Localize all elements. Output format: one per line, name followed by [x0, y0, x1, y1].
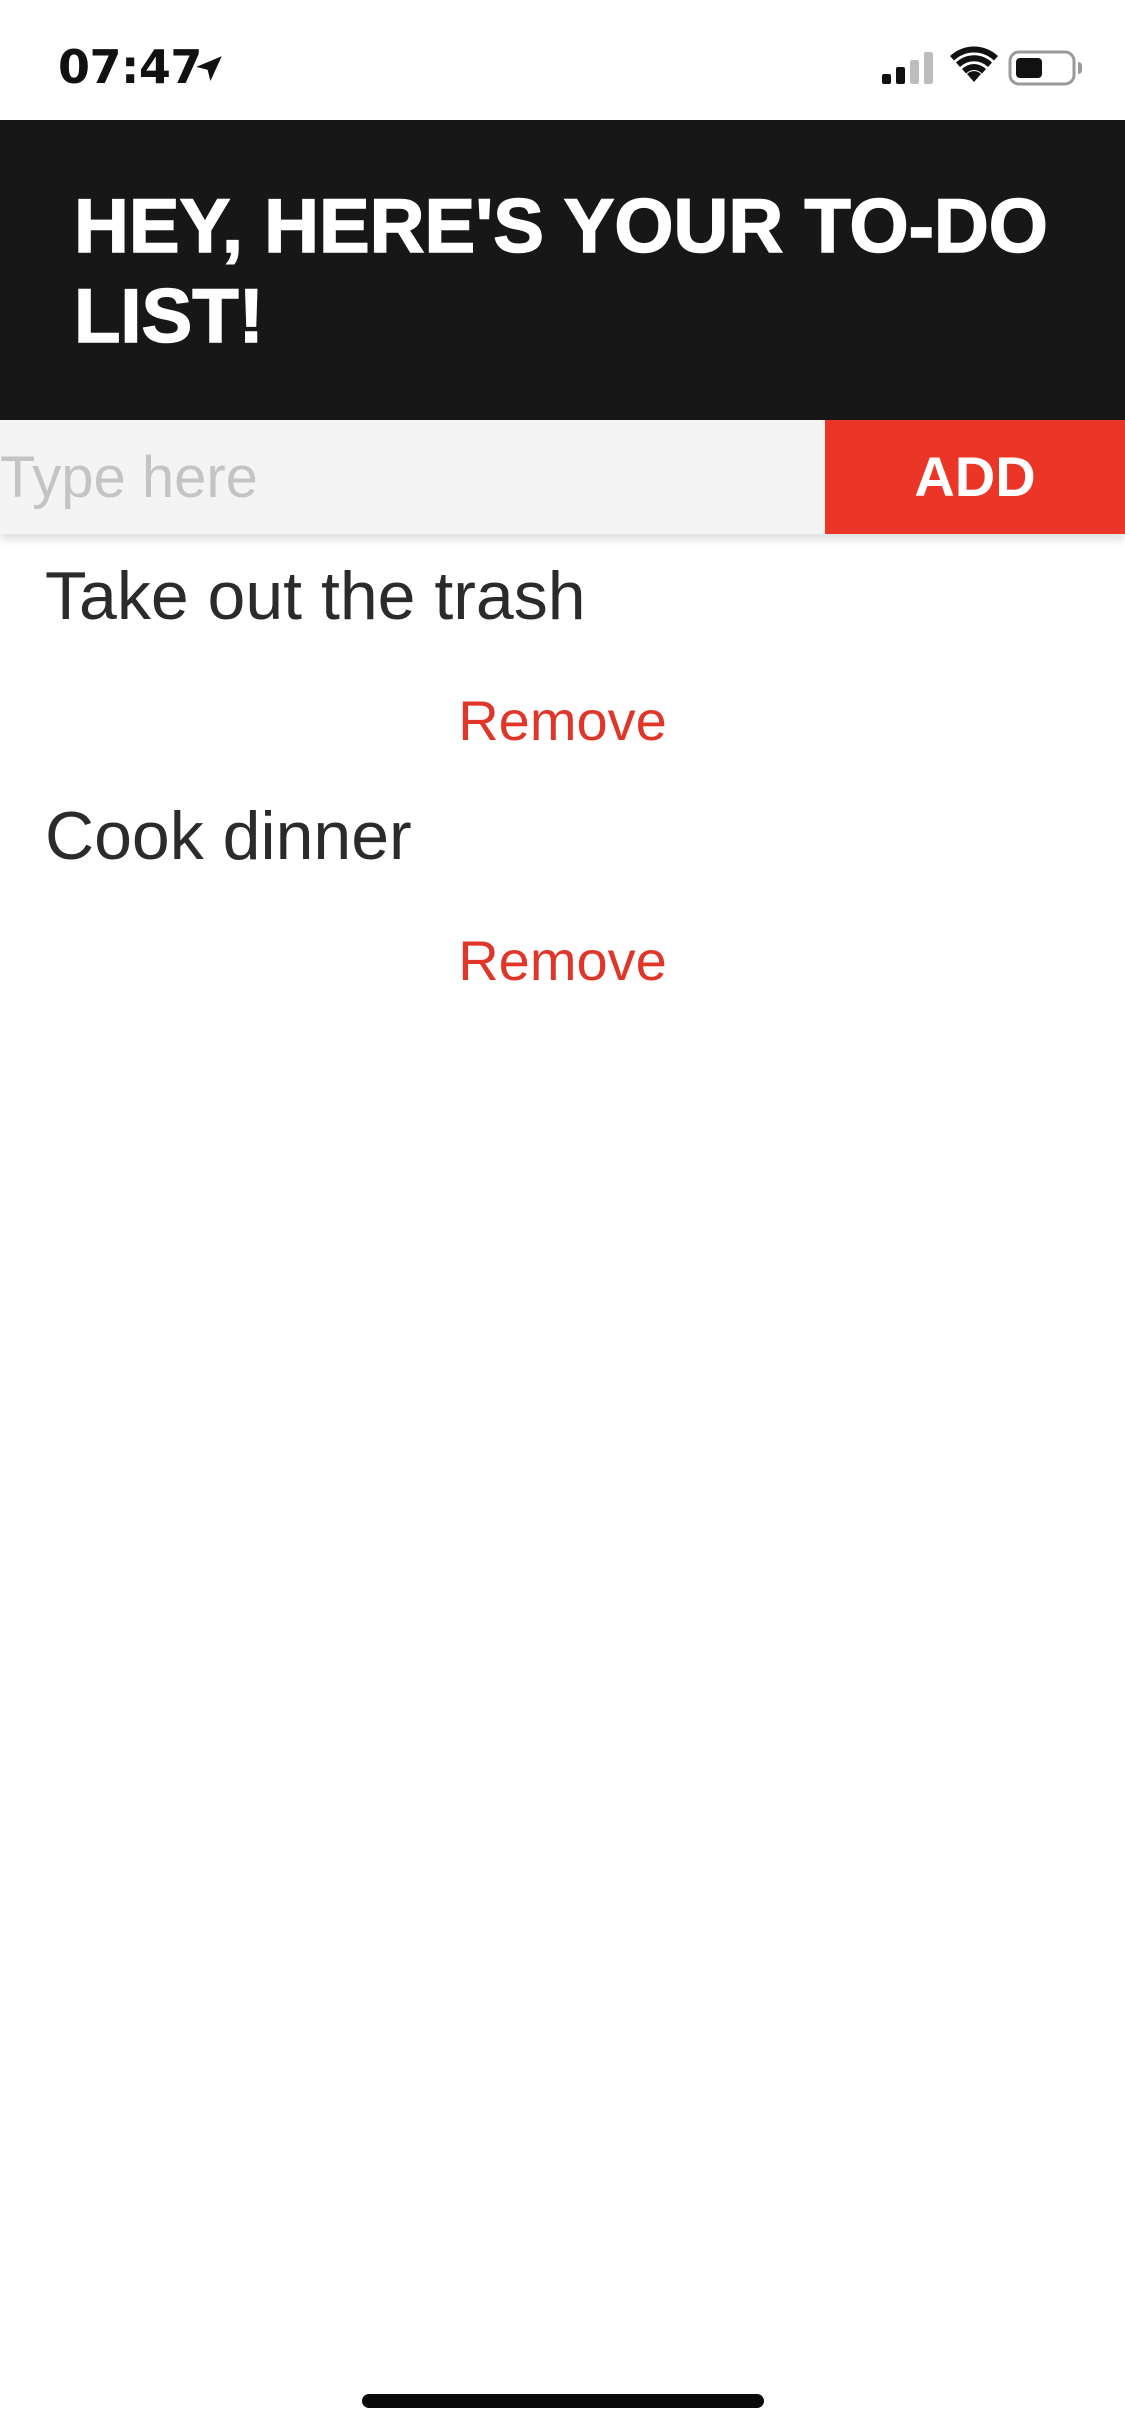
todo-input[interactable]: [0, 420, 825, 534]
battery-icon: [1008, 50, 1082, 86]
todo-text: Cook dinner: [45, 798, 412, 874]
todo-text: Take out the trash: [45, 558, 586, 634]
status-bar: 07:47: [0, 0, 1125, 120]
page-title: HEY, HERE'S YOUR TO-DO LIST!: [73, 183, 1048, 360]
location-arrow-icon: [196, 56, 222, 82]
add-todo-form: ADD: [0, 420, 1125, 534]
remove-button[interactable]: Remove: [0, 688, 1125, 754]
list-item: Take out the trash Remove: [0, 534, 1125, 774]
add-button[interactable]: ADD: [825, 420, 1125, 534]
todo-list: Take out the trash Remove Cook dinner Re…: [0, 534, 1125, 1014]
status-time: 07:47: [58, 40, 202, 94]
wifi-icon: [950, 46, 998, 82]
home-indicator[interactable]: [362, 2394, 764, 2408]
remove-button[interactable]: Remove: [0, 928, 1125, 994]
cellular-signal-icon: [882, 52, 933, 84]
app-header: HEY, HERE'S YOUR TO-DO LIST!: [0, 120, 1125, 420]
list-item: Cook dinner Remove: [0, 774, 1125, 1014]
